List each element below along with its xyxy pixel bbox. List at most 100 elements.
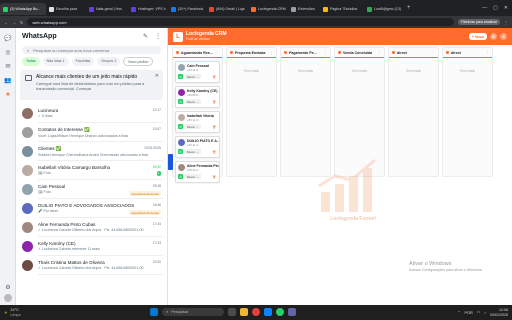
filter-chip[interactable]: Grupos 1 (97, 57, 121, 66)
whatsapp-icon[interactable] (276, 308, 284, 316)
start-icon[interactable] (150, 308, 158, 316)
chat-list-item[interactable]: Thaís Cristina Mattos de Oliveira ✓ Lucin… (16, 256, 167, 275)
close-icon[interactable]: ✕ (500, 33, 507, 40)
move-select[interactable]: Mover → (185, 124, 201, 129)
edge-icon[interactable] (264, 308, 272, 316)
column-menu-icon[interactable]: ⋮ (431, 51, 435, 55)
update-button[interactable]: Reiniciar para atualizar (458, 19, 500, 25)
browser-tab[interactable]: Loot5@gmo (13) (364, 3, 404, 15)
chrome-icon[interactable] (252, 308, 260, 316)
whatsapp-icon[interactable]: ✆ (178, 74, 183, 79)
browser-tab[interactable]: (804) Gmail | Loja (206, 3, 248, 15)
whatsapp-icon[interactable]: ✆ (178, 174, 183, 179)
channels-icon[interactable]: ✉ (4, 62, 12, 70)
avatar (22, 146, 33, 157)
filter-chip[interactable]: Não lidas 1 (42, 57, 69, 66)
crm-extension-icon[interactable]: ★ (4, 90, 12, 98)
promo-banner[interactable]: ✕ Alcance mais clientes de um jeito mais… (20, 70, 163, 100)
browser-tab[interactable]: Hostinger: VPS h (128, 3, 168, 15)
forward-icon[interactable]: → (12, 20, 16, 25)
lead-card[interactable]: DUILIO PIATO E A... +55 11 3... ✆ Mover → 🗑 (175, 136, 220, 158)
taskbar-search[interactable]: ⌕ Pesquisar (162, 308, 224, 316)
move-select[interactable]: Mover → (185, 174, 201, 179)
chat-list-item[interactable]: Isabellah Vitória Camargo Barsolho 🖼 Foto… (16, 161, 167, 180)
tab-label: Página "Estudios (330, 7, 358, 11)
filter-chip[interactable]: Favoritas (71, 57, 95, 66)
wifi-icon[interactable]: ◠ (477, 310, 480, 315)
browser-tab[interactable]: Nala-geral | Hos (86, 3, 128, 15)
move-select[interactable]: Mover → (185, 74, 201, 79)
settings-icon[interactable]: ⚙ (490, 33, 497, 40)
back-icon[interactable]: ← (4, 20, 8, 25)
lead-card[interactable]: Cain Pessoal +55 11 9... ✆ Mover → 🗑 (175, 61, 220, 83)
filter-chip[interactable]: Todas (22, 57, 40, 66)
close-icon[interactable]: ✕ (504, 5, 508, 11)
status-icon[interactable]: ◎ (4, 48, 12, 56)
menu-icon[interactable]: ⋮ (155, 33, 161, 40)
chat-list-item[interactable]: Clientes ✅ Sidarta Henrique Cherrosilhana… (16, 142, 167, 161)
trash-icon[interactable]: 🗑 (212, 150, 216, 154)
url-field[interactable]: web.whatsapp.com (27, 18, 455, 26)
trash-icon[interactable]: 🗑 (212, 75, 216, 79)
minimize-icon[interactable]: — (482, 5, 487, 11)
teams-icon[interactable] (288, 308, 296, 316)
side-handle[interactable] (168, 154, 173, 170)
browser-tab[interactable]: Página "Estudios (320, 3, 364, 15)
move-select[interactable]: Mover → (185, 149, 201, 154)
tab-favicon-icon (251, 6, 256, 12)
tray-chevron-icon[interactable]: ⌃ (457, 310, 460, 315)
browser-tab[interactable]: Extensões (288, 3, 320, 15)
reload-icon[interactable]: ↻ (20, 20, 23, 25)
lead-card[interactable]: Aline Fernanda Pin... +55 41 9... ✆ Mover →… (175, 161, 220, 183)
column-menu-icon[interactable]: ⋮ (323, 51, 327, 55)
maximize-icon[interactable]: ▢ (493, 5, 498, 11)
whatsapp-nav-rail: 💬 ◎ ✉ 👥 ★ ⚙ (0, 28, 16, 305)
browser-tab[interactable]: Loclegenda CRM (248, 3, 288, 15)
lead-card[interactable]: Kelly Karolny (CE) +55 85 9... ✆ Mover → 🗑 (175, 86, 220, 108)
task-view-icon[interactable] (228, 308, 236, 316)
chat-list-item[interactable]: Contatos de Interesse ✅ Você: Lojas/Wilso… (16, 123, 167, 142)
new-lead-button[interactable]: + Novo (468, 33, 487, 40)
browser-tab[interactable]: (20+) Facebook (168, 3, 206, 15)
browser-tab[interactable]: Escolha para (46, 3, 86, 15)
kanban-column: direct ⋮ Sem leads (442, 47, 493, 177)
search-input[interactable]: ⌕ Pesquisar ou começar uma nova conversa (22, 46, 161, 54)
clock[interactable]: 12:06 03/01/2025 (490, 308, 508, 317)
column-menu-icon[interactable]: ⋮ (215, 51, 219, 55)
browser-tab[interactable]: (3) WhatsApp Bu... (0, 3, 46, 15)
chat-list-item[interactable]: Kelly Karolny (CE) ✓ Lucineura Caixeta re… (16, 237, 167, 256)
trash-icon[interactable]: 🗑 (212, 175, 216, 179)
tab-label: Escolha para (56, 7, 77, 11)
trash-icon[interactable]: 🗑 (212, 125, 216, 129)
chat-list-item[interactable]: Cain Pessoal 🖼 Foto 09:28 Aguardando Respos… (16, 180, 167, 199)
trash-icon[interactable]: 🗑 (212, 100, 216, 104)
menu-icon[interactable]: ⋮ (504, 20, 508, 25)
whatsapp-icon[interactable]: ✆ (178, 99, 183, 104)
close-icon[interactable]: ✕ (155, 73, 159, 79)
file-explorer-icon[interactable] (240, 308, 248, 316)
volume-icon[interactable]: ♪ (484, 311, 486, 315)
communities-icon[interactable]: 👥 (4, 76, 12, 84)
avatar (22, 108, 33, 119)
new-chat-icon[interactable]: ✎ (143, 33, 148, 40)
whatsapp-icon[interactable]: ✆ (178, 124, 183, 129)
weather-widget[interactable]: ☀ 24°C Limpo (4, 308, 21, 317)
settings-icon[interactable]: ⚙ (4, 283, 12, 291)
chat-list-item[interactable]: Lucineura ✓ 5 lidas 10:17 (16, 104, 167, 123)
lead-card[interactable]: Isabellah Vitória +55 11 9... ✆ Mover → 🗑 (175, 111, 220, 133)
move-select[interactable]: Mover → (185, 99, 201, 104)
column-title: Proposta Enviada (235, 50, 266, 55)
chats-icon[interactable]: 💬 (4, 34, 12, 42)
column-menu-icon[interactable]: ⋮ (377, 51, 381, 55)
lang-indicator[interactable]: POR (465, 311, 473, 315)
column-menu-icon[interactable]: ⋮ (485, 51, 489, 55)
avatar[interactable] (4, 294, 12, 302)
new-tab-icon[interactable]: + (407, 5, 411, 11)
chat-list-item[interactable]: DUILIO PIATO E ADVOGADOS ASSOCIADOS 🎤 Por… (16, 199, 167, 218)
lead-phone: +55 85 9... (187, 93, 201, 97)
filter-chip[interactable]: Novo pedido (123, 57, 154, 66)
whatsapp-icon[interactable]: ✆ (178, 149, 183, 154)
column-menu-icon[interactable]: ⋮ (269, 51, 273, 55)
tab-label: (804) Gmail | Loja (216, 7, 245, 11)
chat-list-item[interactable]: Aline Fernanda Pinto Cubas ✓ Lucineura Ca… (16, 218, 167, 237)
